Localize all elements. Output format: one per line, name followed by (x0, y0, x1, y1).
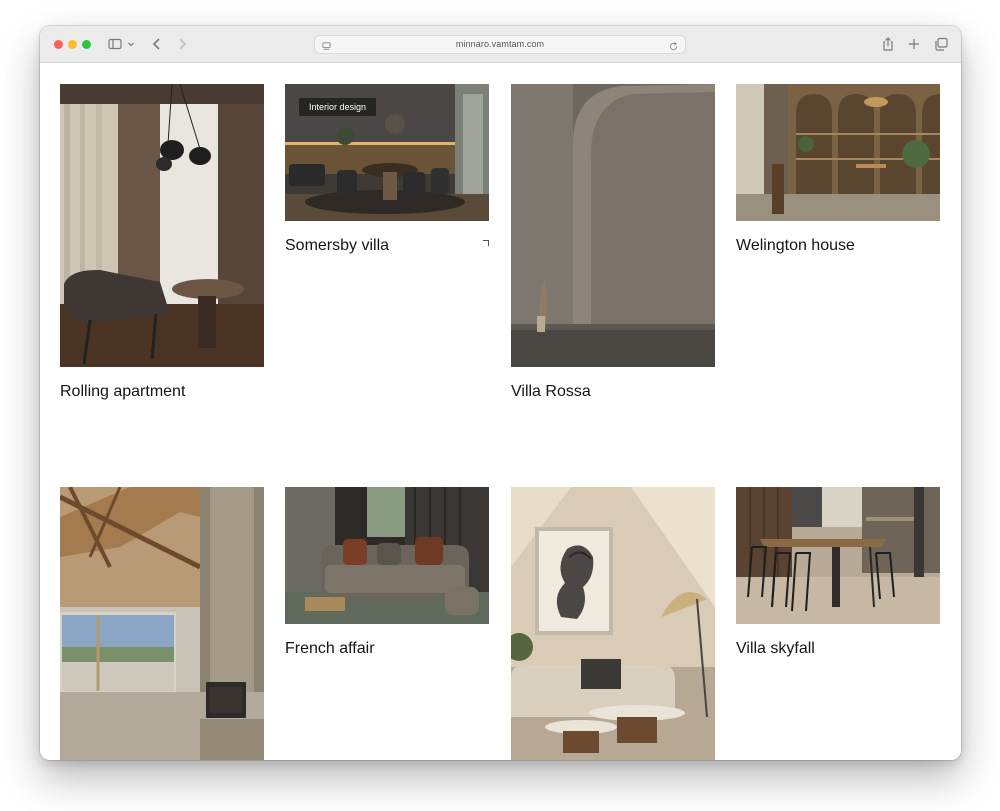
tab-overview-icon[interactable] (933, 36, 949, 52)
portfolio-image[interactable] (511, 487, 715, 760)
back-arrow-icon[interactable] (149, 36, 165, 52)
url-text: minnaro.vamtam.com (455, 39, 545, 49)
address-bar[interactable]: minnaro.vamtam.com (314, 35, 686, 54)
portfolio-image[interactable] (736, 84, 940, 221)
portfolio-title[interactable]: Villa skyfall (736, 640, 815, 658)
chevron-down-icon[interactable] (126, 36, 136, 52)
page-content: Rolling apartment Interior design Somers… (40, 64, 961, 760)
portfolio-image[interactable] (285, 487, 489, 624)
browser-toolbar: minnaro.vamtam.com (40, 26, 961, 63)
portfolio-image[interactable] (511, 84, 715, 367)
reload-icon[interactable] (668, 39, 679, 51)
portfolio-title[interactable]: Somersby villa (285, 237, 389, 255)
portfolio-image[interactable] (60, 487, 264, 760)
portfolio-image[interactable]: Interior design (285, 84, 489, 221)
browser-window: minnaro.vamtam.com Rolling apartment Int… (40, 26, 961, 760)
portfolio-title[interactable]: Villa Rossa (511, 383, 591, 401)
new-tab-plus-icon[interactable] (906, 36, 922, 52)
portfolio-title[interactable]: Rolling apartment (60, 383, 185, 401)
hover-cursor-corner-icon (483, 240, 489, 246)
zoom-window-button[interactable] (82, 40, 91, 49)
portfolio-image[interactable] (736, 487, 940, 624)
forward-arrow-icon[interactable] (174, 36, 190, 52)
category-badge: Interior design (299, 98, 377, 116)
share-icon[interactable] (880, 36, 896, 52)
portfolio-title[interactable]: Welington house (736, 237, 855, 255)
portfolio-image[interactable] (60, 84, 264, 367)
close-window-button[interactable] (54, 40, 63, 49)
sidebar-toggle-icon[interactable] (107, 36, 123, 52)
portfolio-title[interactable]: French affair (285, 640, 375, 658)
minimize-window-button[interactable] (68, 40, 77, 49)
